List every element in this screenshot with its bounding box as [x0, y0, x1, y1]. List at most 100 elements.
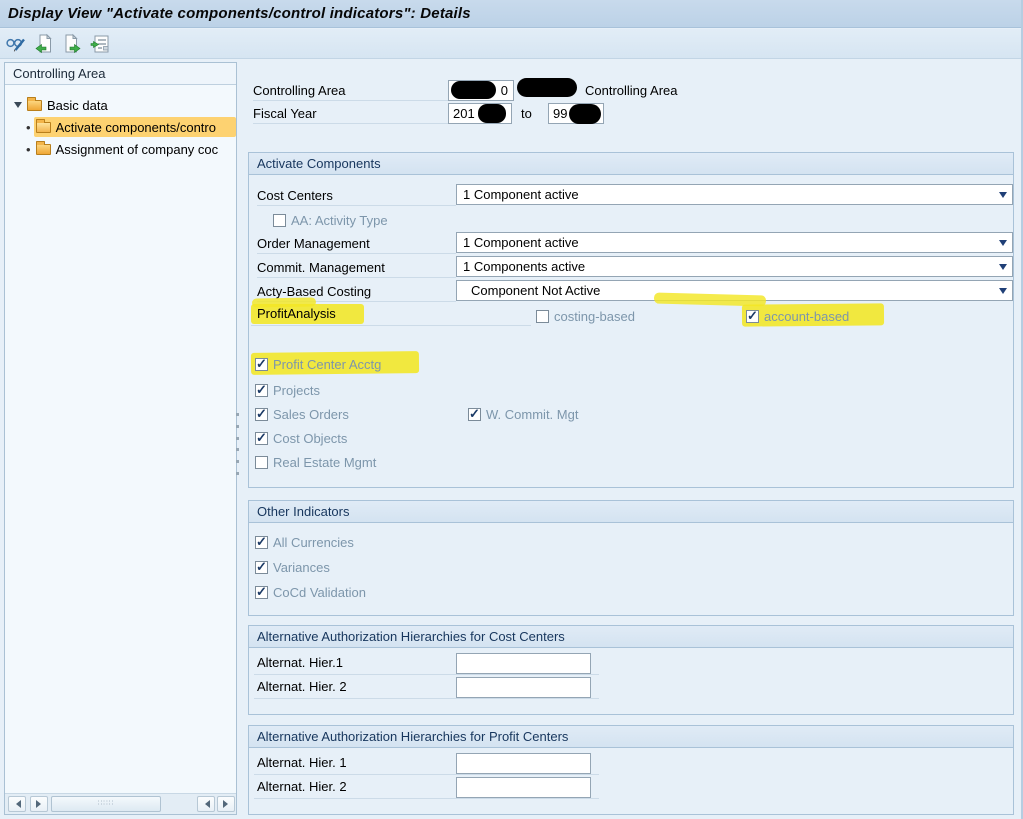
scrollbar-thumb[interactable]: ∷∷∷ [51, 796, 161, 812]
fiscal-year-from-field[interactable]: 201 [448, 103, 512, 124]
projects-label: Projects [273, 383, 320, 398]
order-management-dropdown[interactable]: 1 Component active [456, 232, 1013, 253]
tree-horizontal-scrollbar[interactable]: ∷∷∷ [5, 793, 236, 814]
cocd-validation-row: CoCd Validation [255, 582, 366, 602]
controlling-area-description: Controlling Area [585, 81, 678, 101]
w-commit-mgt-checkbox[interactable] [468, 408, 481, 421]
other-indicators-group: Other Indicators All Currencies Variance… [248, 500, 1014, 616]
alternat-hier1-input[interactable] [456, 653, 591, 674]
fiscal-year-to-value: 99 [553, 106, 567, 121]
variances-row: Variances [255, 557, 330, 577]
real-estate-mgmt-checkbox[interactable] [255, 456, 268, 469]
cost-centers-dropdown[interactable]: 1 Component active [456, 184, 1013, 205]
next-entry-button[interactable] [60, 32, 84, 56]
detail-form: Controlling Area 0 Controlling Area Fisc… [245, 62, 1016, 819]
profit-center-acctg-checkbox[interactable] [255, 358, 268, 371]
projects-checkbox[interactable] [255, 384, 268, 397]
alternat-hier1-label: Alternat. Hier.1 [257, 655, 343, 670]
tree-item-label: Basic data [47, 98, 108, 113]
scroll-left-button[interactable] [8, 796, 26, 812]
fiscal-year-to-field[interactable]: 99 [548, 103, 604, 124]
costing-based-checkbox[interactable] [536, 310, 549, 323]
alt-auth-cost-centers-group: Alternative Authorization Hierarchies fo… [248, 625, 1014, 715]
cost-objects-checkbox[interactable] [255, 432, 268, 445]
w-commit-mgt-label: W. Commit. Mgt [486, 407, 578, 422]
commit-management-label: Commit. Management [257, 258, 456, 278]
redaction [478, 104, 506, 123]
chevron-down-icon [999, 240, 1007, 250]
position-button[interactable] [88, 32, 112, 56]
chevron-down-icon [999, 192, 1007, 202]
title-bar: Display View "Activate components/contro… [0, 0, 1021, 28]
scroll-left-button-2[interactable] [197, 796, 215, 812]
account-based-checkbox[interactable] [746, 310, 759, 323]
tree-item-basic-data[interactable]: Basic data [5, 95, 236, 115]
chevron-down-icon [999, 288, 1007, 298]
alternat-hier2-row: Alternat. Hier. 2 [254, 776, 599, 799]
controlling-area-field[interactable]: 0 [448, 80, 514, 101]
alternat-hier1-row: Alternat. Hier.1 [254, 652, 599, 675]
profit-analysis-label: ProfitAnalysis [257, 306, 336, 321]
tree-item-assignment-company-codes[interactable]: • Assignment of company coc [5, 139, 236, 159]
cocd-validation-checkbox[interactable] [255, 586, 268, 599]
alternat-hier1-label: Alternat. Hier. 1 [257, 755, 347, 770]
tree-item-label: Assignment of company coc [56, 142, 219, 157]
tree-item-activate-components[interactable]: • Activate components/contro [5, 117, 236, 137]
application-toolbar [0, 29, 1021, 59]
account-based-row: account-based [746, 306, 849, 326]
redaction [517, 78, 577, 97]
folder-icon [27, 100, 42, 111]
chevron-down-icon[interactable] [14, 102, 22, 112]
redaction [569, 104, 601, 124]
position-icon [89, 33, 111, 55]
previous-entry-button[interactable] [32, 32, 56, 56]
order-management-label: Order Management [257, 234, 456, 254]
alternat-hier2-label: Alternat. Hier. 2 [257, 679, 347, 694]
projects-row: Projects [255, 380, 320, 400]
aa-activity-type-label: AA: Activity Type [291, 213, 388, 228]
scroll-right-button-2[interactable] [217, 796, 235, 812]
next-entry-icon [61, 33, 83, 55]
group-title: Other Indicators [249, 501, 1013, 523]
variances-checkbox[interactable] [255, 561, 268, 574]
scroll-right-button[interactable] [30, 796, 48, 812]
alternat-hier2-input[interactable] [456, 677, 591, 698]
folder-icon [36, 144, 51, 155]
alternat-hier2-label: Alternat. Hier. 2 [257, 779, 347, 794]
w-commit-mgt-row: W. Commit. Mgt [468, 404, 578, 424]
controlling-area-code-suffix: 0 [501, 81, 508, 100]
commit-management-dropdown[interactable]: 1 Components active [456, 256, 1013, 277]
chevron-down-icon [999, 264, 1007, 274]
sales-orders-row: Sales Orders [255, 404, 349, 424]
group-title: Alternative Authorization Hierarchies fo… [249, 626, 1013, 648]
group-title: Activate Components [249, 153, 1013, 175]
tree-item-label: Activate components/contro [56, 120, 216, 135]
sales-orders-checkbox[interactable] [255, 408, 268, 421]
controlling-area-label: Controlling Area [253, 81, 449, 101]
alternat-hier1-input[interactable] [456, 753, 591, 774]
grip-icon: ∷∷∷ [98, 802, 114, 806]
dialog-structure-panel: Controlling Area Basic data • Activate c… [4, 62, 237, 815]
all-currencies-checkbox[interactable] [255, 536, 268, 549]
sap-window: Display View "Activate components/contro… [0, 0, 1023, 819]
bullet-icon: • [26, 120, 31, 135]
profit-analysis-row: ProfitAnalysis [251, 304, 531, 326]
panel-splitter[interactable] [233, 413, 241, 475]
tree-header: Controlling Area [5, 63, 236, 85]
profit-center-acctg-label: Profit Center Acctg [273, 357, 381, 372]
aa-activity-type-row: AA: Activity Type [273, 210, 388, 230]
account-based-label: account-based [764, 309, 849, 324]
bullet-icon: • [26, 142, 31, 157]
cocd-validation-label: CoCd Validation [273, 585, 366, 600]
all-currencies-label: All Currencies [273, 535, 354, 550]
fiscal-year-to-word: to [521, 104, 532, 124]
alternat-hier1-row: Alternat. Hier. 1 [254, 752, 599, 775]
alternat-hier2-input[interactable] [456, 777, 591, 798]
display-change-button[interactable] [4, 32, 28, 56]
aa-activity-type-checkbox[interactable] [273, 214, 286, 227]
all-currencies-row: All Currencies [255, 532, 354, 552]
costing-based-label: costing-based [554, 309, 635, 324]
activate-components-group: Activate Components Cost Centers 1 Compo… [248, 152, 1014, 488]
page-title: Display View "Activate components/contro… [8, 5, 471, 22]
real-estate-mgmt-label: Real Estate Mgmt [273, 455, 376, 470]
